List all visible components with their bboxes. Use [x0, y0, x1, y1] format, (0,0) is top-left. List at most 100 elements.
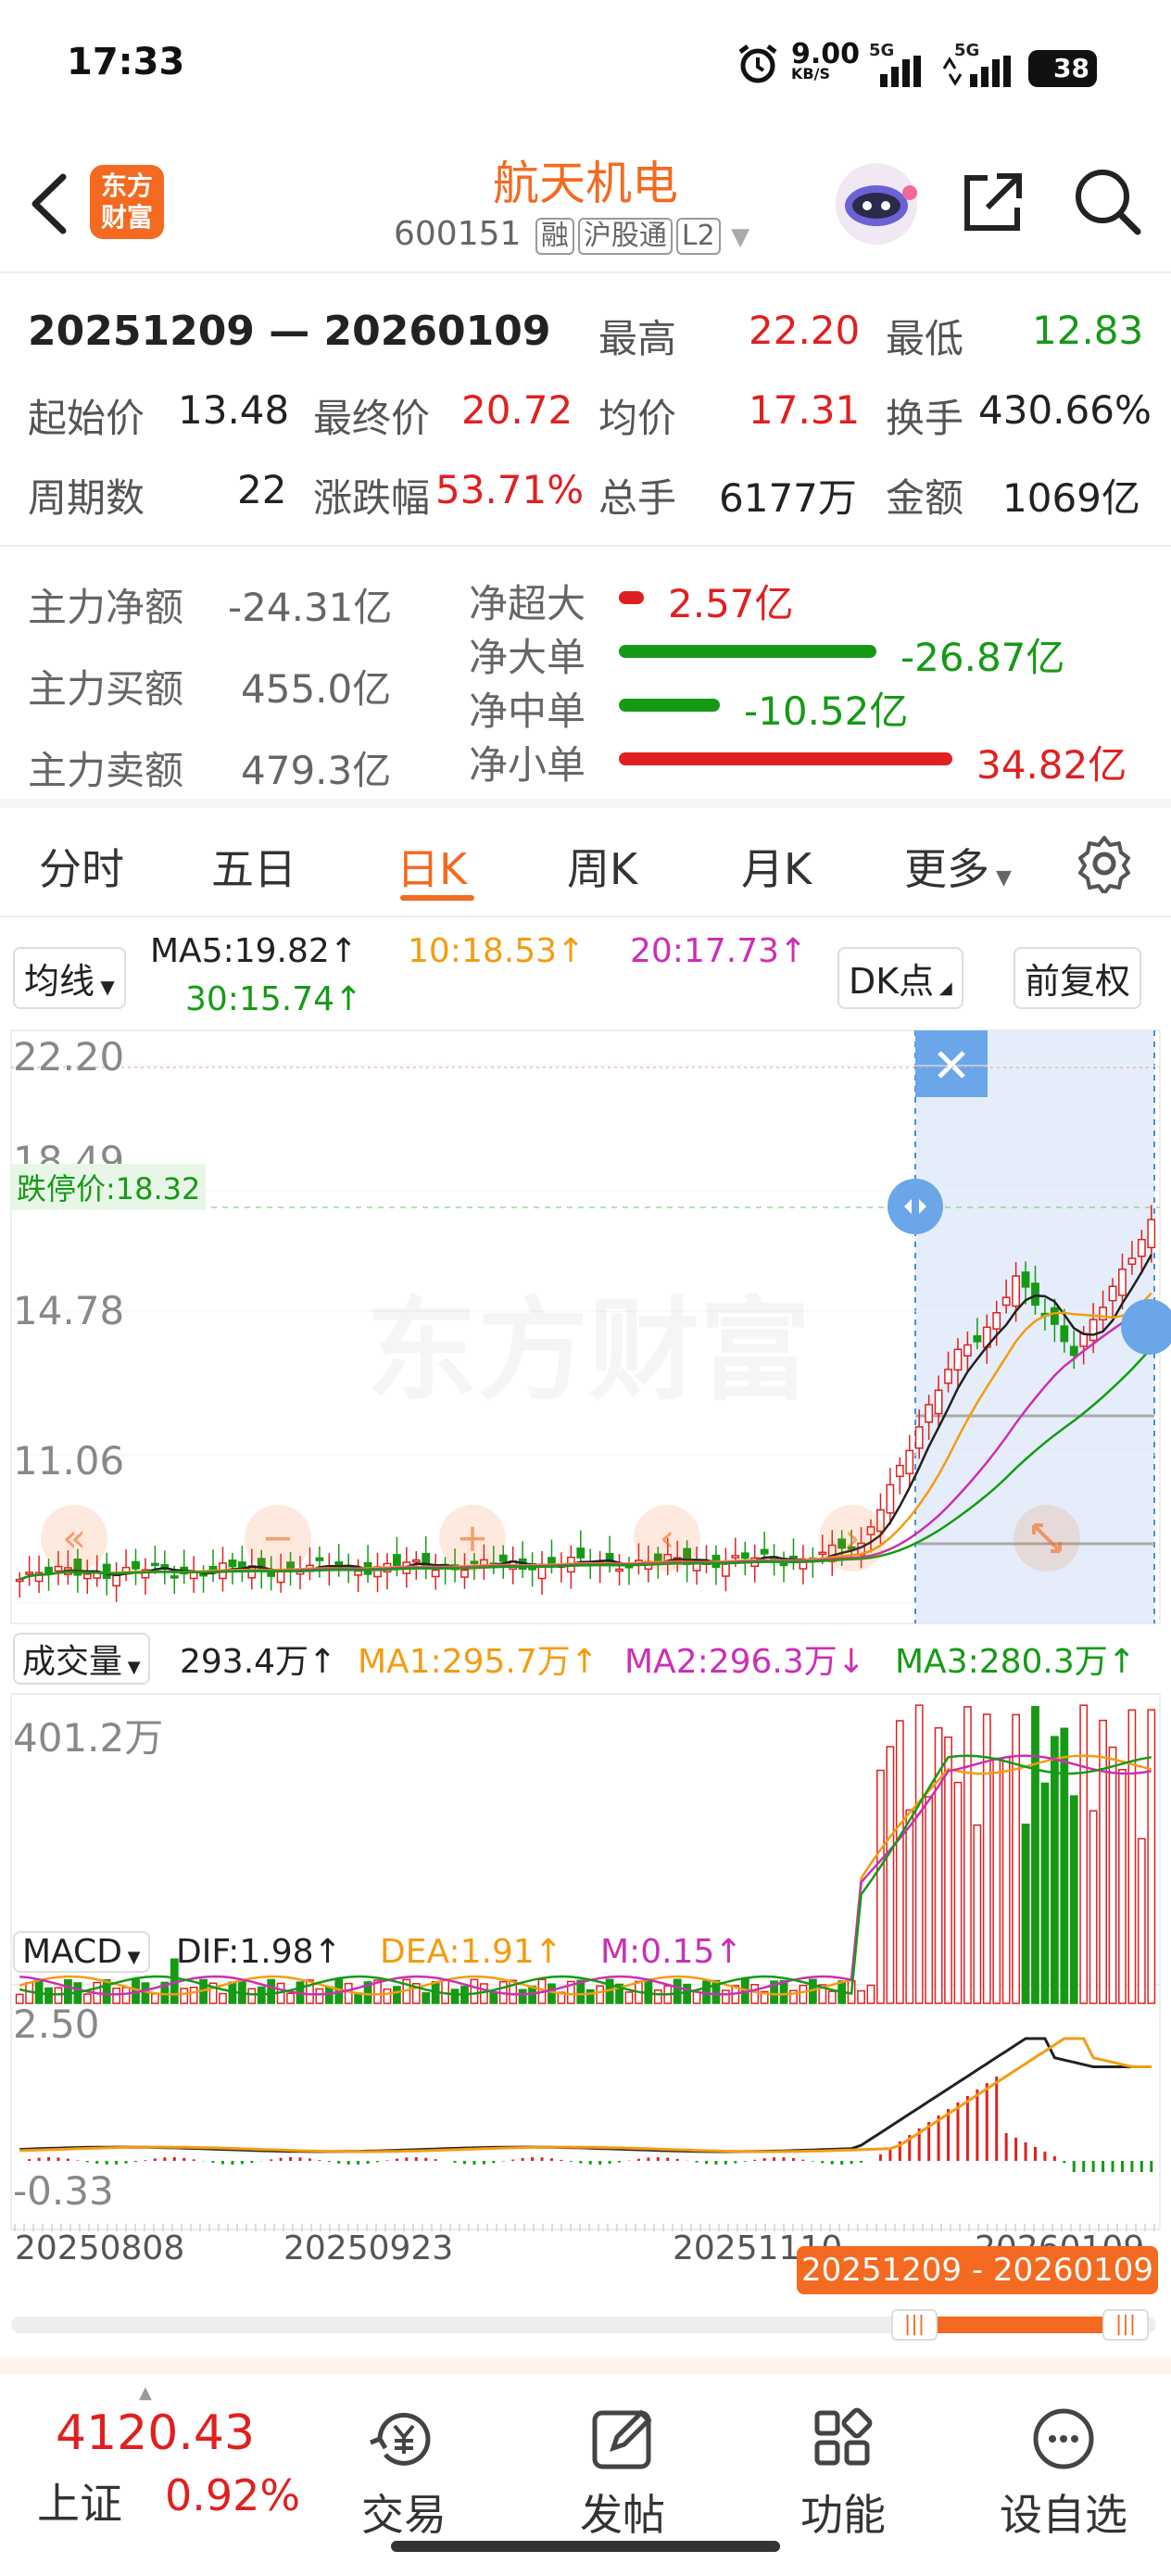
- y-tick-3: 14.78: [13, 1288, 125, 1333]
- nav-functions[interactable]: 功能: [760, 2374, 926, 2543]
- search-icon[interactable]: [1073, 167, 1143, 237]
- volume-bar: [247, 1988, 257, 2004]
- volume-bar: [237, 1979, 246, 2004]
- flow-bar: [619, 699, 720, 712]
- stock-code-line[interactable]: 600151 融沪股通 L2 ▼: [394, 215, 749, 255]
- index-value[interactable]: 4120.43: [56, 2406, 255, 2461]
- volume-bar: [799, 1984, 808, 2004]
- candle-body: [1069, 1345, 1078, 1357]
- index-name: 上证: [37, 2479, 122, 2529]
- candle-body: [354, 1570, 363, 1576]
- candle-body: [102, 1563, 111, 1579]
- main-buy-label: 主力买额: [28, 666, 184, 712]
- selection-drag-handle: [888, 1179, 943, 1234]
- volume-bar: [866, 1984, 875, 2004]
- volume-bar: [1089, 1810, 1098, 2004]
- kline-chart[interactable]: « − + ‹ ›: [0, 1019, 1171, 2354]
- nav-trade[interactable]: 交易: [321, 2374, 487, 2543]
- volume-bar: [886, 1746, 895, 2004]
- tag-level2: L2: [675, 218, 721, 255]
- volume-bar: [624, 1991, 634, 2004]
- home-indicator: [391, 2541, 780, 2552]
- volume-bar: [596, 1985, 605, 2004]
- volume-bar: [1050, 1736, 1059, 2004]
- chevron-down-icon: ▼: [122, 1658, 141, 1677]
- trade-icon: [370, 2412, 431, 2466]
- volume-bar: [1001, 1757, 1011, 2004]
- volume-bar: [121, 1987, 131, 2004]
- flow-label: 净大单: [469, 635, 586, 680]
- chart-control-glyph: +: [456, 1515, 488, 1560]
- flow-bar: [619, 645, 876, 658]
- start-label: 起始价: [28, 396, 145, 441]
- candle-body: [1012, 1275, 1021, 1307]
- scrollbar-right-handle[interactable]: |||: [1102, 2309, 1149, 2341]
- signal-icon: [880, 56, 921, 87]
- candle-body: [1118, 1269, 1127, 1296]
- share-icon[interactable]: [960, 169, 1026, 235]
- ma20-label: 20:17.73↑: [630, 932, 808, 970]
- scrollbar-range[interactable]: [913, 2317, 1116, 2333]
- tab-daily-k[interactable]: 日K: [397, 836, 467, 897]
- dk-point-button[interactable]: DK点 ◢: [837, 947, 963, 1009]
- volume-bar: [1137, 1837, 1146, 2004]
- volume-bar: [586, 1989, 595, 2004]
- scrollbar-left-handle[interactable]: |||: [891, 2309, 938, 2341]
- tab-more[interactable]: 更多 ▼: [904, 836, 1012, 897]
- candle-body: [315, 1557, 324, 1561]
- volume-bar: [441, 1979, 450, 2004]
- volume-bar: [1108, 1746, 1117, 2004]
- tab-timeshare[interactable]: 分时: [39, 836, 124, 897]
- nav-post[interactable]: 发帖: [539, 2374, 706, 2543]
- volume-selector[interactable]: 成交量 ▼: [13, 1633, 150, 1685]
- flow-label: 净中单: [469, 688, 586, 734]
- candle-body: [112, 1574, 121, 1587]
- adjust-button[interactable]: 前复权: [1014, 947, 1142, 1009]
- ma-selector[interactable]: 均线 ▼: [13, 947, 126, 1009]
- candle-body: [422, 1552, 431, 1569]
- candle-body: [934, 1389, 943, 1415]
- flow-value: -10.52亿: [744, 688, 909, 734]
- tab-weekly-k[interactable]: 周K: [567, 836, 637, 897]
- period-range: 20251209 — 20260109: [28, 308, 551, 355]
- volume-bar: [895, 1720, 904, 2004]
- tab-monthly-k[interactable]: 月K: [741, 836, 812, 897]
- avg-label: 均价: [598, 396, 677, 441]
- status-time: 17:33: [67, 41, 185, 83]
- index-change: 0.92%: [165, 2470, 301, 2520]
- macd-axis-bottom: -0.33: [13, 2168, 114, 2214]
- divider: [0, 545, 1171, 547]
- candle-body: [25, 1572, 34, 1575]
- volume-bar: [1012, 1713, 1021, 2004]
- days-label: 周期数: [28, 475, 145, 521]
- volume-bar: [1118, 1769, 1127, 2004]
- candle-body: [1108, 1285, 1117, 1302]
- candle-body: [779, 1562, 788, 1567]
- avg-value: 17.31: [749, 387, 861, 433]
- tab-five-day[interactable]: 五日: [211, 836, 296, 897]
- nav-trade-label: 交易: [361, 2490, 447, 2540]
- y-tick-4: 11.06: [13, 1438, 125, 1484]
- volume-bar: [992, 1757, 1001, 2004]
- candle-body: [1127, 1257, 1137, 1265]
- volume-bar: [914, 1704, 924, 2004]
- alarm-icon: [738, 44, 777, 83]
- volume-value: 6177万: [719, 475, 857, 521]
- settings-gear-icon[interactable]: [1075, 834, 1134, 893]
- nav-functions-label: 功能: [800, 2490, 886, 2540]
- volume-bar: [64, 1978, 72, 2004]
- candle-body: [953, 1348, 963, 1371]
- macd-selector[interactable]: MACD ▼: [13, 1931, 150, 1973]
- robot-assistant-icon[interactable]: [832, 159, 921, 248]
- macd-axis-top: 2.50: [13, 2001, 100, 2047]
- date-tick-2: 20250923: [283, 2229, 454, 2267]
- volume-bar: [189, 1986, 198, 2004]
- main-buy-value: 455.0亿: [241, 666, 392, 712]
- selection-range-badge: 20251209 - 20260109: [797, 2246, 1158, 2294]
- flow-bar: [619, 591, 644, 604]
- bottom-nav: ▲ 4120.43 上证 0.92% 交易 发帖 功能 设自选: [0, 2372, 1171, 2576]
- nav-add-favorite[interactable]: 设自选: [980, 2374, 1147, 2543]
- high-value: 22.20: [749, 308, 861, 353]
- volume-bar: [219, 1992, 227, 2004]
- change-value: 53.71%: [435, 467, 585, 512]
